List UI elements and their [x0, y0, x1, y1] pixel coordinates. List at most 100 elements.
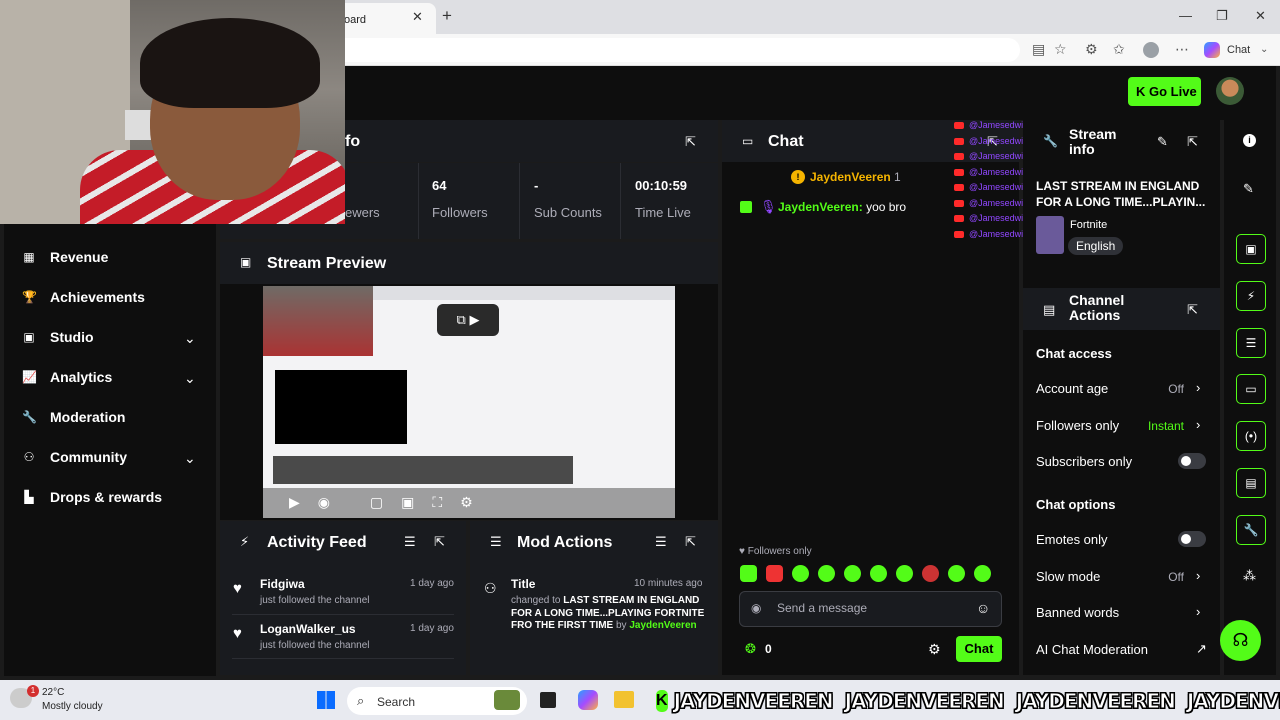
- chevron-down-icon[interactable]: ⌄: [184, 450, 196, 467]
- maximize-icon[interactable]: ❐: [1216, 8, 1228, 24]
- extensions-icon[interactable]: ⚙: [1085, 41, 1098, 58]
- sidebar-item-moderation[interactable]: 🔧 Moderation: [22, 407, 125, 427]
- sidebar-item-community[interactable]: ⚇ Community: [22, 447, 127, 467]
- rail-preview-button[interactable]: ▣: [1236, 234, 1266, 264]
- emotes-only-toggle[interactable]: [1178, 531, 1206, 547]
- task-view-icon[interactable]: [540, 692, 556, 708]
- banned-words-label[interactable]: Banned words: [1036, 605, 1119, 620]
- followers-only-label[interactable]: Followers only: [1036, 418, 1119, 433]
- activity-time: 1 day ago: [410, 578, 454, 589]
- chat-mode-label: Followers only: [747, 546, 812, 557]
- chevron-down-icon[interactable]: ⌄: [184, 370, 196, 387]
- chevron-down-icon[interactable]: ⌄: [184, 330, 196, 347]
- pinned-user[interactable]: JaydenVeeren: [810, 170, 891, 184]
- emotes-only-label[interactable]: Emotes only: [1036, 532, 1108, 547]
- file-explorer-icon[interactable]: [614, 691, 634, 708]
- emote-icon[interactable]: [792, 565, 809, 582]
- chat-bubble-icon: ▭: [742, 134, 754, 148]
- mod-action-user[interactable]: JaydenVeeren: [629, 620, 696, 631]
- community-icon[interactable]: ⁂: [1243, 568, 1256, 584]
- chevron-down-icon[interactable]: ⌄: [1260, 44, 1268, 55]
- emote-icon[interactable]: [948, 565, 965, 582]
- chat-placeholder: Send a message: [777, 601, 868, 615]
- activity-desc: just followed the channel: [260, 595, 370, 606]
- activity-user[interactable]: LoganWalker_us: [260, 622, 356, 636]
- stream-preview-video[interactable]: ⧉ ▶ ▶◉ ▢▣⛶⚙: [263, 286, 675, 518]
- rail-mod-actions-button[interactable]: ☰: [1236, 328, 1266, 358]
- category-name[interactable]: Fortnite: [1070, 219, 1107, 231]
- rail-broadcast-button[interactable]: (•): [1236, 421, 1266, 451]
- favorites-icon[interactable]: ✩: [1113, 41, 1125, 58]
- url-field[interactable]: [330, 38, 1020, 62]
- emote-icon[interactable]: [766, 565, 783, 582]
- copilot-icon[interactable]: [1204, 42, 1220, 58]
- lightning-icon: ⚡: [1246, 289, 1256, 303]
- kick-logo-icon: K: [656, 690, 668, 712]
- rail-channel-actions-button[interactable]: ▤: [1236, 468, 1266, 498]
- expand-icon[interactable]: ⇱: [685, 534, 696, 550]
- sidebar-item-studio[interactable]: ▣ Studio: [22, 327, 94, 347]
- emote-icon[interactable]: [870, 565, 887, 582]
- emote-icon[interactable]: [740, 565, 757, 582]
- emote-icon[interactable]: [896, 565, 913, 582]
- external-link-icon[interactable]: ↗: [1196, 641, 1207, 657]
- rail-chat-button[interactable]: ▭: [1236, 374, 1266, 404]
- windows-start-icon[interactable]: [317, 691, 335, 709]
- sidebar-item-label: Studio: [50, 329, 94, 345]
- sidebar-item-analytics[interactable]: 📈 Analytics: [22, 367, 112, 387]
- divider: [232, 658, 454, 659]
- expand-icon[interactable]: ⇱: [1187, 134, 1198, 150]
- profile-icon[interactable]: [1143, 42, 1159, 58]
- subscribers-only-toggle[interactable]: [1178, 453, 1206, 470]
- sidebar-item-achievements[interactable]: 🏆 Achievements: [22, 287, 145, 307]
- preview-banner: [273, 456, 573, 484]
- avatar[interactable]: [1216, 77, 1244, 105]
- youtube-icon: [954, 230, 964, 238]
- filter-icon[interactable]: ☰: [655, 534, 667, 550]
- favorite-star-icon[interactable]: ☆: [1054, 41, 1067, 58]
- emote-icon[interactable]: [922, 565, 939, 582]
- expand-icon[interactable]: ⇱: [1187, 302, 1198, 318]
- ai-chat-moderation-label[interactable]: AI Chat Moderation: [1036, 642, 1148, 657]
- player-controls[interactable]: ▶◉ ▢▣⛶⚙: [263, 488, 675, 518]
- filter-icon[interactable]: ☰: [404, 534, 416, 550]
- send-chat-button[interactable]: Chat: [956, 636, 1002, 662]
- preview-popout-controls[interactable]: ⧉ ▶: [437, 304, 499, 336]
- subscribers-only-label[interactable]: Subscribers only: [1036, 454, 1132, 469]
- points-icon[interactable]: ❂: [745, 641, 756, 657]
- edit-icon[interactable]: ✎: [1157, 134, 1168, 150]
- emote-icon[interactable]: [844, 565, 861, 582]
- help-button[interactable]: ☊: [1220, 620, 1261, 661]
- expand-icon[interactable]: ⇱: [685, 134, 696, 150]
- chat-message-user[interactable]: JaydenVeeren:: [778, 200, 863, 214]
- emote-icon[interactable]: [818, 565, 835, 582]
- sidebar-item-drops-rewards[interactable]: ▙ Drops & rewards: [22, 487, 162, 507]
- edit-icon[interactable]: ✎: [1243, 181, 1254, 197]
- new-tab-icon[interactable]: +: [442, 6, 452, 26]
- gear-icon[interactable]: ⚙: [928, 641, 941, 658]
- chevron-right-icon[interactable]: ›: [1196, 604, 1200, 619]
- close-window-icon[interactable]: ✕: [1255, 8, 1266, 24]
- emote-icon[interactable]: [974, 565, 991, 582]
- account-age-label[interactable]: Account age: [1036, 381, 1108, 396]
- copilot-taskbar-icon[interactable]: [578, 690, 598, 710]
- copilot-label[interactable]: Chat: [1227, 44, 1250, 56]
- sidebar-item-revenue[interactable]: ▦ Revenue: [22, 247, 108, 267]
- rail-activity-button[interactable]: ⚡: [1236, 281, 1266, 311]
- category-thumbnail[interactable]: [1036, 216, 1064, 254]
- chevron-right-icon[interactable]: ›: [1196, 417, 1200, 432]
- go-live-button[interactable]: K Go Live: [1128, 77, 1201, 106]
- activity-user[interactable]: Fidgiwa: [260, 577, 305, 591]
- more-menu-icon[interactable]: ⋯: [1175, 41, 1189, 58]
- close-tab-icon[interactable]: ✕: [412, 9, 423, 25]
- chevron-right-icon[interactable]: ›: [1196, 380, 1200, 395]
- expand-icon[interactable]: ⇱: [434, 534, 445, 550]
- minimize-icon[interactable]: —: [1179, 8, 1192, 23]
- rail-moderation-button[interactable]: 🔧: [1236, 515, 1266, 545]
- emote-bar[interactable]: [740, 565, 1000, 583]
- slow-mode-label[interactable]: Slow mode: [1036, 569, 1100, 584]
- info-icon[interactable]: i: [1243, 134, 1256, 147]
- reader-icon[interactable]: ▤: [1032, 41, 1045, 58]
- chevron-right-icon[interactable]: ›: [1196, 568, 1200, 583]
- emoji-icon[interactable]: ☺: [976, 600, 990, 616]
